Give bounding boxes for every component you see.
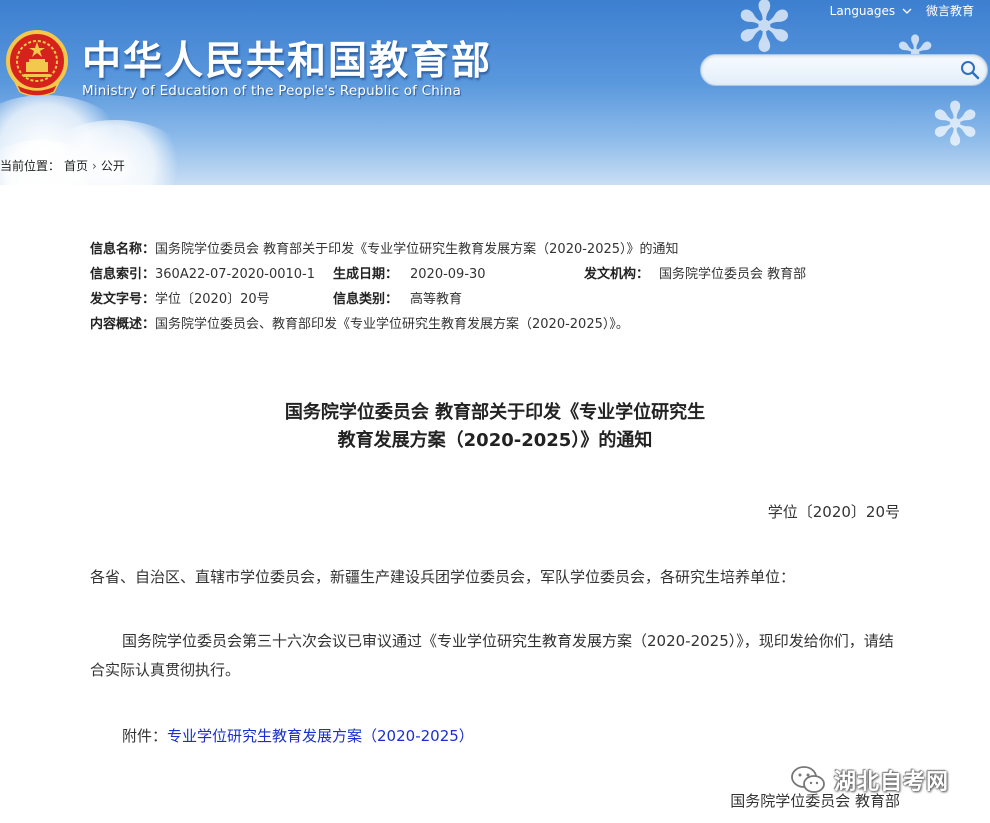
meta-date-value: 2020-09-30 [410,267,486,282]
metadata-table: 信息名称：国务院学位委员会 教育部关于印发《专业学位研究生教育发展方案（2020… [90,237,806,337]
languages-label: Languages [829,3,896,18]
document-title: 国务院学位委员会 教育部关于印发《专业学位研究生 教育发展方案（2020-202… [0,399,990,455]
chevron-right-icon: › [92,158,97,173]
languages-menu[interactable]: Languages [830,4,912,18]
national-emblem-icon[interactable] [6,30,68,96]
meta-index-label: 信息索引： [90,267,156,282]
search-input[interactable] [713,59,957,81]
meta-issuer-value: 国务院学位委员会 教育部 [659,267,807,282]
meta-row-summary: 内容概述：国务院学位委员会、教育部印发《专业学位研究生教育发展方案（2020-2… [90,312,679,337]
site-title-cn[interactable]: 中华人民共和国教育部 [82,30,492,86]
signer: 国务院学位委员会 教育部 [730,792,900,810]
search-icon[interactable] [959,59,981,81]
meta-category-label: 信息类别： [333,292,399,307]
weibo-link[interactable]: 微言教育 [926,2,974,19]
document-title-line1: 国务院学位委员会 教育部关于印发《专业学位研究生 [284,402,706,423]
meta-docno-label: 发文字号： [90,292,156,307]
breadcrumb: 当前位置： 首页 › 公开 [0,157,125,174]
meta-row-index: 信息索引：360A22-07-2020-0010-1 生成日期： 2020-09-… [90,262,806,287]
body-paragraph: 国务院学位委员会第三十六次会议已审议通过《专业学位研究生教育发展方案（2020-… [90,632,894,679]
meta-date-label: 生成日期： [333,267,399,282]
meta-summary-label: 内容概述： [90,317,156,332]
chevron-down-icon [902,8,912,14]
attachment-paragraph: 附件：专业学位研究生教育发展方案（2020-2025） [90,722,900,751]
meta-row-name: 信息名称：国务院学位委员会 教育部关于印发《专业学位研究生教育发展方案（2020… [90,237,679,262]
dandelion-decoration: ✻ [735,0,794,68]
meta-name-label: 信息名称： [90,242,156,257]
attachment-label: 附件： [122,727,168,745]
breadcrumb-home[interactable]: 首页 [64,157,88,174]
site-title-en: Ministry of Education of the People's Re… [82,83,462,99]
document-title-line2: 教育发展方案（2020-2025）》的通知 [337,430,653,451]
meta-name-value: 国务院学位委员会 教育部关于印发《专业学位研究生教育发展方案（2020-2025… [155,242,679,257]
addressees-paragraph: 各省、自治区、直辖市学位委员会，新疆生产建设兵团学位委员会，军队学位委员会，各研… [90,568,796,586]
document-number: 学位〔2020〕20号 [767,503,900,521]
attachment-link[interactable]: 专业学位研究生教育发展方案（2020-2025） [167,727,474,745]
meta-docno-value: 学位〔2020〕20号 [155,292,270,307]
breadcrumb-prefix: 当前位置： [0,159,61,173]
meta-category-value: 高等教育 [410,292,463,307]
meta-summary-value: 国务院学位委员会、教育部印发《专业学位研究生教育发展方案（2020-2025）》… [155,317,629,332]
site-header: ✻ ✻ ✻ Languages 微言教育 中华人民共和国教育部 Ministry… [0,0,990,185]
article-container: 信息名称：国务院学位委员会 教育部关于印发《专业学位研究生教育发展方案（2020… [0,186,990,823]
search-box [700,54,988,86]
top-links: Languages 微言教育 [830,2,974,19]
meta-row-docno: 发文字号：学位〔2020〕20号 信息类别： 高等教育 [90,287,679,312]
dandelion-decoration: ✻ [930,90,981,160]
meta-index-value: 360A22-07-2020-0010-1 [155,267,316,282]
breadcrumb-current[interactable]: 公开 [101,157,125,174]
meta-issuer-label: 发文机构： [584,267,650,282]
